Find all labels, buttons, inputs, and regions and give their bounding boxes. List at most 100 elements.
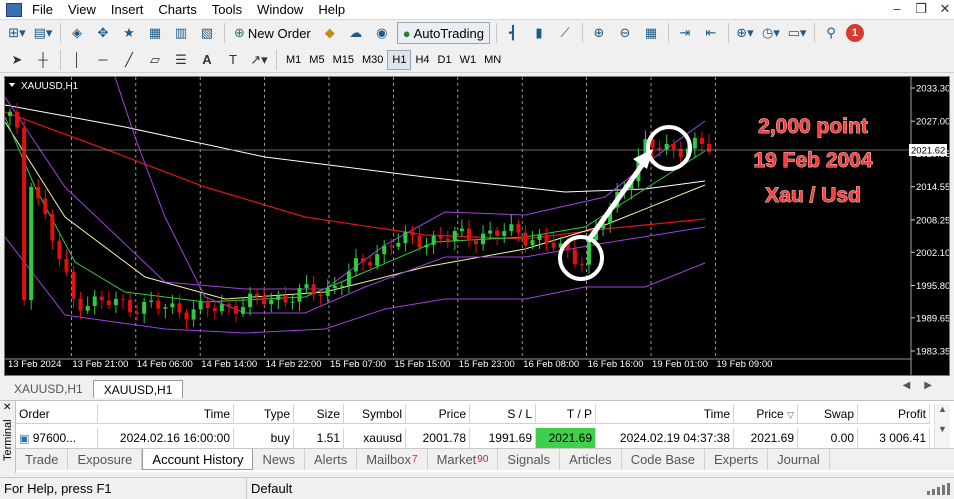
notification-badge[interactable]: 1	[845, 24, 864, 42]
close-icon[interactable]: ✕	[938, 1, 952, 17]
menu-charts[interactable]: Charts	[154, 2, 207, 17]
col-tp[interactable]: T / P	[536, 404, 596, 424]
menu-file[interactable]: File	[28, 2, 64, 17]
terminal-scrollbar[interactable]: ▲ ▼	[934, 404, 950, 448]
tab-articles[interactable]: Articles	[560, 449, 622, 470]
tab-code-base[interactable]: Code Base	[622, 449, 706, 470]
data-window-icon[interactable]: ▦	[144, 22, 166, 44]
menu-tools[interactable]: Tools	[208, 2, 253, 17]
col-close-time[interactable]: Time	[596, 404, 734, 424]
col-time[interactable]: Time	[98, 404, 234, 424]
equidistant-channel-icon[interactable]: ▱	[144, 49, 166, 71]
crosshair-icon[interactable]: ┼	[32, 49, 54, 71]
tab-journal[interactable]: Journal	[768, 449, 830, 470]
terminal-icon[interactable]: ▥	[170, 22, 192, 44]
col-profit[interactable]: Profit	[858, 404, 930, 424]
candlestick-icon[interactable]: ▮	[528, 22, 550, 44]
chart-shift-icon[interactable]: ⇤	[700, 22, 722, 44]
col-symbol[interactable]: Symbol	[344, 404, 406, 424]
col-swap[interactable]: Swap	[798, 404, 858, 424]
col-close-price[interactable]: Price ▽	[734, 404, 798, 424]
terminal-sidebar: ✕ Terminal	[0, 401, 16, 473]
vps-icon[interactable]: ◉	[371, 22, 393, 44]
connection-bars-icon[interactable]	[927, 483, 950, 495]
profiles-icon[interactable]: ▤▾	[32, 22, 54, 44]
vertical-line-icon[interactable]: │	[66, 49, 88, 71]
chart-tab[interactable]: XAUUSD,H1	[4, 380, 93, 398]
horizontal-line-icon[interactable]: ─	[92, 49, 114, 71]
chart-menu-triangle-icon[interactable]	[9, 83, 15, 87]
candle-body	[156, 300, 161, 309]
timeframe-mn[interactable]: MN	[480, 50, 505, 70]
timeframe-h4[interactable]: H4	[411, 50, 433, 70]
signals-icon[interactable]: ☁	[345, 22, 367, 44]
arrows-icon[interactable]: ↗▾	[248, 49, 270, 71]
col-order[interactable]: Order	[16, 404, 98, 424]
strategy-tester-icon[interactable]: ▧	[196, 22, 218, 44]
menu-window[interactable]: Window	[253, 2, 314, 17]
tab-news[interactable]: News	[253, 449, 305, 470]
candle-body	[537, 234, 542, 241]
timeframe-m15[interactable]: M15	[329, 50, 358, 70]
minimize-icon[interactable]: –	[890, 1, 904, 17]
menu-view[interactable]: View	[64, 2, 107, 17]
tab-account-history[interactable]: Account History	[142, 449, 254, 470]
cursor-icon[interactable]: ➤	[6, 49, 28, 71]
new-chart-icon[interactable]: ⊞▾	[6, 22, 28, 44]
navigator-icon[interactable]: ✥	[92, 22, 114, 44]
fibonacci-icon[interactable]: ☰	[170, 49, 192, 71]
candle-body	[212, 308, 217, 312]
timeframe-m30[interactable]: M30	[358, 50, 387, 70]
close-terminal-icon[interactable]: ✕	[3, 402, 11, 413]
time-tick-label: 14 Feb 14:00	[201, 359, 257, 370]
new-order-button[interactable]: ⊕ New Order	[230, 22, 315, 44]
restore-icon[interactable]: ❐	[914, 1, 928, 17]
bar-chart-icon[interactable]: ┫	[502, 22, 524, 44]
zoom-out-icon[interactable]: ⊖	[614, 22, 636, 44]
table-row[interactable]: ▣ 97600... 2024.02.16 16:00:00 buy 1.51 …	[16, 428, 930, 448]
metaeditor-icon[interactable]: ◆	[319, 22, 341, 44]
candle-body	[339, 285, 344, 287]
tab-signals[interactable]: Signals	[498, 449, 561, 470]
line-chart-icon[interactable]: ⟋	[554, 22, 576, 44]
periods-icon[interactable]: ◷▾	[760, 22, 782, 44]
tab-mailbox[interactable]: Mailbox 7	[357, 449, 428, 470]
templates-icon[interactable]: ▭▾	[786, 22, 808, 44]
cell-close-price: 2021.69	[734, 428, 798, 448]
text-label-icon[interactable]: T	[222, 49, 244, 71]
timeframe-m1[interactable]: M1	[282, 50, 305, 70]
tab-experts[interactable]: Experts	[705, 449, 769, 470]
chart-window[interactable]: 2033.302027.002020.852014.552008.252002.…	[4, 76, 950, 376]
col-price[interactable]: Price	[406, 404, 470, 424]
timeframe-w1[interactable]: W1	[456, 50, 481, 70]
col-sl[interactable]: S / L	[470, 404, 536, 424]
menu-help[interactable]: Help	[314, 2, 356, 17]
status-profile[interactable]: Default	[247, 478, 292, 499]
tab-exposure[interactable]: Exposure	[68, 449, 143, 470]
favorites-icon[interactable]: ★	[118, 22, 140, 44]
timeframe-h1[interactable]: H1	[387, 49, 412, 70]
timeframe-d1[interactable]: D1	[434, 50, 456, 70]
tab-market[interactable]: Market 90	[428, 449, 499, 470]
trendline-icon[interactable]: ╱	[118, 49, 140, 71]
auto-scroll-icon[interactable]: ⇥	[674, 22, 696, 44]
search-icon[interactable]: ⚲	[820, 22, 842, 44]
col-type[interactable]: Type	[234, 404, 294, 424]
chart-tab-active[interactable]: XAUUSD,H1	[92, 380, 184, 398]
autotrading-button[interactable]: ● AutoTrading	[396, 22, 490, 44]
tile-windows-icon[interactable]: ▦	[640, 22, 662, 44]
indicator-line	[5, 116, 706, 303]
tab-scroll-icon[interactable]: ◀▶	[903, 380, 946, 391]
timeframe-m5[interactable]: M5	[305, 50, 328, 70]
col-size[interactable]: Size	[294, 404, 344, 424]
zoom-in-icon[interactable]: ⊕	[588, 22, 610, 44]
menu-insert[interactable]: Insert	[107, 2, 155, 17]
indicators-icon[interactable]: ⊕▾	[734, 22, 756, 44]
market-watch-icon[interactable]: ◈	[66, 22, 88, 44]
time-axis: 13 Feb 2024 13 Feb 21:00 14 Feb 06:00 14 Fe…	[8, 359, 772, 370]
app-icon[interactable]	[6, 2, 22, 17]
tab-trade[interactable]: Trade	[16, 449, 69, 470]
text-icon[interactable]: A	[196, 49, 218, 71]
tab-alerts[interactable]: Alerts	[305, 449, 358, 470]
price-chart[interactable]: 2033.302027.002020.852014.552008.252002.…	[5, 77, 949, 375]
